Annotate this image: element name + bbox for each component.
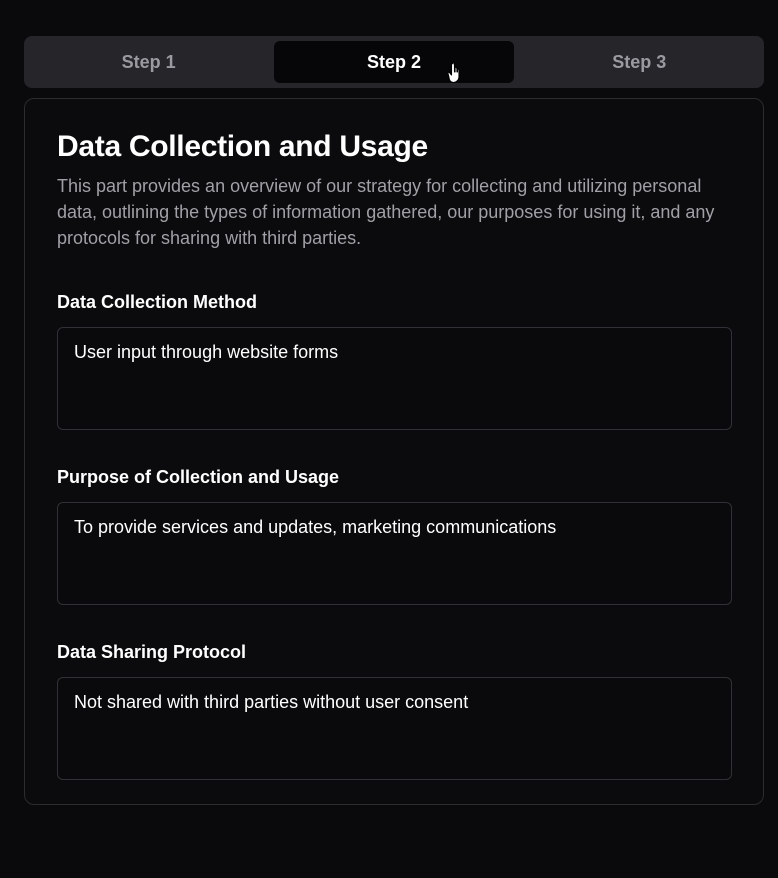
- form-card: Data Collection and Usage This part prov…: [24, 98, 764, 805]
- tab-step-1[interactable]: Step 1: [29, 41, 268, 83]
- field-label: Data Collection Method: [57, 292, 258, 312]
- purpose-of-collection-textarea[interactable]: To provide services and updates, marketi…: [57, 502, 732, 605]
- field-label: Purpose of Collection and Usage: [57, 467, 340, 487]
- field-data-collection-method: Data Collection Method User input throug…: [57, 291, 732, 430]
- tab-step-3[interactable]: Step 3: [520, 41, 759, 83]
- step-tabs: Step 1 Step 2 Step 3: [24, 36, 764, 88]
- data-collection-method-textarea[interactable]: User input through website forms: [57, 327, 732, 430]
- field-label: Data Sharing Protocol: [57, 642, 247, 662]
- hand-pointer-icon: [447, 62, 460, 84]
- field-purpose-of-collection: Purpose of Collection and Usage To provi…: [57, 466, 732, 605]
- section-title: Data Collection and Usage: [57, 130, 428, 163]
- tab-step-2[interactable]: Step 2: [274, 41, 514, 83]
- section-description: This part provides an overview of our st…: [57, 176, 715, 248]
- fields-container: Data Collection Method User input throug…: [57, 291, 732, 780]
- data-sharing-protocol-textarea[interactable]: Not shared with third parties without us…: [57, 677, 732, 780]
- field-data-sharing-protocol: Data Sharing Protocol Not shared with th…: [57, 641, 732, 780]
